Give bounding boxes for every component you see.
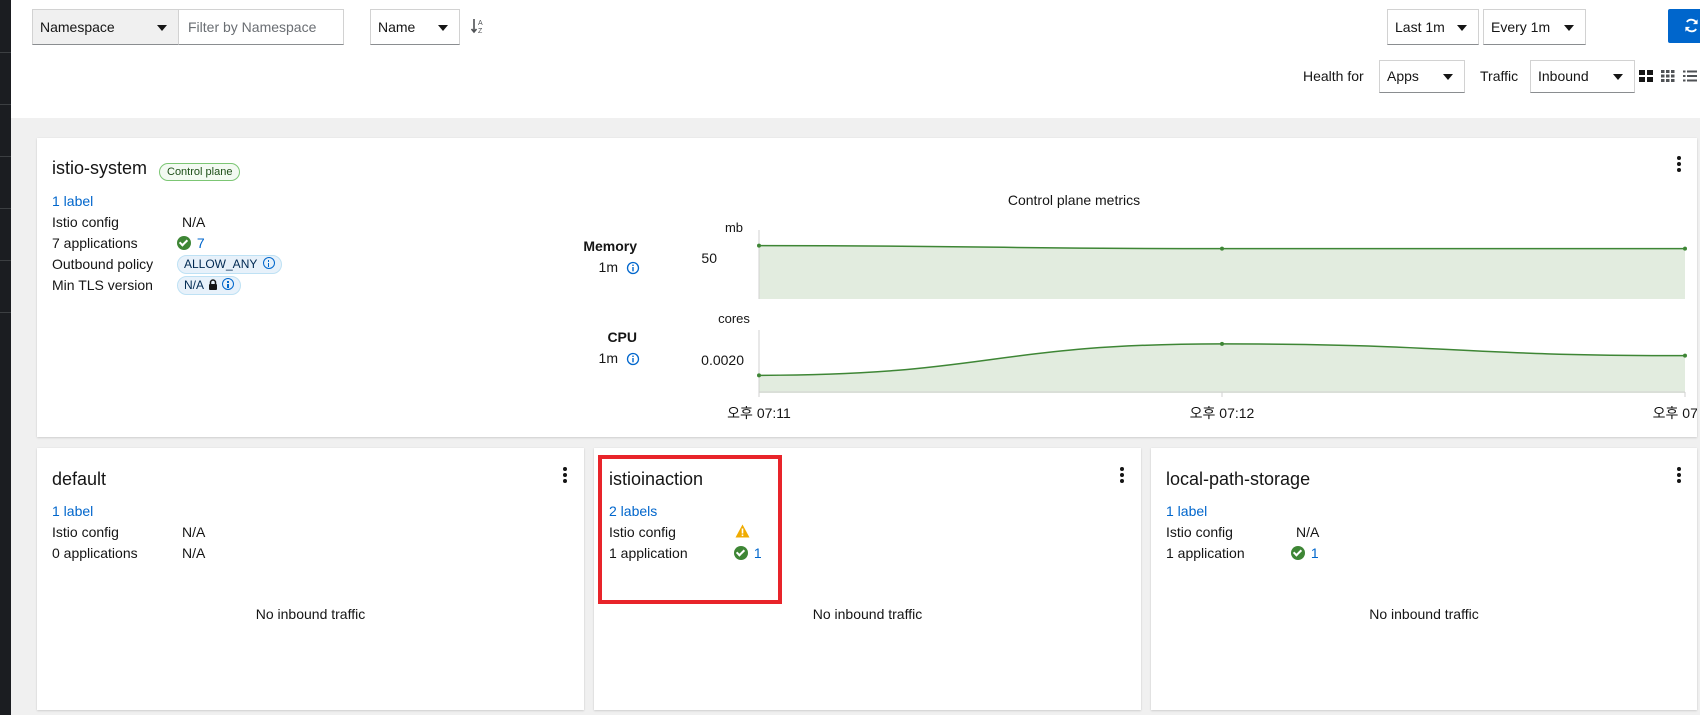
x-tick-label: 오후 07:12 bbox=[1190, 405, 1255, 421]
memory-window: 1m bbox=[599, 259, 618, 275]
nav-strip bbox=[0, 0, 11, 715]
applications-label: 1 application bbox=[1166, 545, 1245, 561]
istio-config-value: N/A bbox=[182, 524, 206, 540]
svg-text:A: A bbox=[478, 20, 483, 27]
check-circle-icon bbox=[1291, 546, 1305, 560]
memory-point-2 bbox=[1683, 246, 1687, 251]
health-for-label: Health for bbox=[1303, 68, 1364, 84]
cpu-window: 1m bbox=[599, 350, 618, 366]
memory-area bbox=[759, 245, 1685, 299]
istio-config-value: N/A bbox=[1296, 524, 1320, 540]
x-tick-label: 오후 07:12 bbox=[1653, 405, 1697, 421]
applications-count[interactable]: 1 bbox=[1311, 545, 1319, 561]
labels-link[interactable]: 1 label bbox=[1166, 501, 1207, 521]
applications-label: 0 applications bbox=[52, 545, 138, 561]
caret-down-icon bbox=[157, 25, 167, 31]
list-view-icon[interactable] bbox=[1683, 69, 1697, 83]
caret-down-icon bbox=[1564, 25, 1574, 31]
memory-unit: mb bbox=[725, 220, 743, 235]
metrics-title: Control plane metrics bbox=[1008, 192, 1140, 208]
sort-ascending-icon[interactable]: A Z bbox=[471, 18, 485, 34]
cpu-label: CPU bbox=[607, 329, 637, 345]
sort-field-value: Name bbox=[378, 19, 416, 35]
expanded-view-icon[interactable] bbox=[1639, 69, 1653, 83]
refresh-interval-value: Every 1m bbox=[1491, 19, 1551, 35]
control-plane-metrics-chart: Control plane metrics Memory 1m mb 50 CP… bbox=[583, 192, 1697, 421]
duration-select[interactable]: Last 1m bbox=[1387, 9, 1479, 45]
no-traffic-message: No inbound traffic bbox=[1369, 606, 1479, 622]
caret-down-icon bbox=[438, 25, 448, 31]
memory-y-tick: 50 bbox=[701, 250, 717, 266]
cpu-unit: cores bbox=[718, 311, 750, 326]
x-tick-label: 오후 07:11 bbox=[727, 405, 791, 421]
control-plane-card: istio-system Control plane 1 label Istio… bbox=[37, 138, 1697, 437]
cpu-area bbox=[759, 343, 1685, 393]
memory-point-0 bbox=[757, 243, 761, 248]
applications-health[interactable]: 1 bbox=[1291, 543, 1319, 563]
kebab-menu-icon[interactable] bbox=[563, 467, 567, 483]
cpu-y-tick: 0.0020 bbox=[701, 352, 744, 368]
toolbar: Namespace Filter by Namespace Name A Z L… bbox=[11, 0, 1700, 118]
svg-text:Z: Z bbox=[478, 28, 483, 34]
namespace-card-default: default 1 label Istio config N/A 0 appli… bbox=[37, 448, 584, 710]
applications-value: N/A bbox=[182, 545, 206, 561]
health-for-select[interactable]: Apps bbox=[1379, 60, 1465, 93]
info-icon[interactable] bbox=[626, 352, 640, 366]
caret-down-icon bbox=[1613, 74, 1623, 80]
filter-type-select[interactable]: Namespace bbox=[32, 9, 179, 45]
memory-point-1 bbox=[1220, 246, 1224, 251]
no-traffic-message: No inbound traffic bbox=[255, 606, 366, 622]
namespace-card-local-path-storage: local-path-storage 1 label Istio config … bbox=[1151, 448, 1697, 710]
traffic-label: Traffic bbox=[1480, 68, 1519, 84]
refresh-icon bbox=[1685, 18, 1698, 33]
no-traffic-message: No inbound traffic bbox=[812, 606, 923, 622]
memory-label: Memory bbox=[583, 238, 637, 254]
caret-down-icon bbox=[1443, 74, 1453, 80]
compact-view-icon[interactable] bbox=[1661, 69, 1675, 83]
info-icon[interactable] bbox=[626, 261, 640, 275]
refresh-button[interactable] bbox=[1668, 9, 1700, 43]
traffic-value: Inbound bbox=[1538, 68, 1589, 84]
namespace-title: local-path-storage bbox=[1166, 469, 1311, 489]
refresh-interval-select[interactable]: Every 1m bbox=[1483, 9, 1586, 45]
health-for-value: Apps bbox=[1387, 68, 1419, 84]
filter-type-value: Namespace bbox=[40, 19, 115, 35]
kebab-menu-icon[interactable] bbox=[1120, 467, 1124, 483]
cpu-point-0 bbox=[757, 373, 761, 378]
namespace-title: default bbox=[52, 469, 107, 489]
highlight-box bbox=[598, 455, 782, 604]
istio-config-label: Istio config bbox=[52, 524, 119, 540]
traffic-select[interactable]: Inbound bbox=[1530, 60, 1635, 93]
istio-config-label: Istio config bbox=[1166, 524, 1233, 540]
duration-value: Last 1m bbox=[1395, 19, 1445, 35]
cpu-point-1 bbox=[1220, 341, 1224, 346]
labels-link[interactable]: 1 label bbox=[52, 501, 93, 521]
sort-field-select[interactable]: Name bbox=[370, 9, 460, 45]
kebab-menu-icon[interactable] bbox=[1677, 467, 1681, 483]
caret-down-icon bbox=[1457, 25, 1467, 31]
cpu-point-2 bbox=[1683, 353, 1687, 358]
filter-input[interactable]: Filter by Namespace bbox=[178, 9, 344, 45]
